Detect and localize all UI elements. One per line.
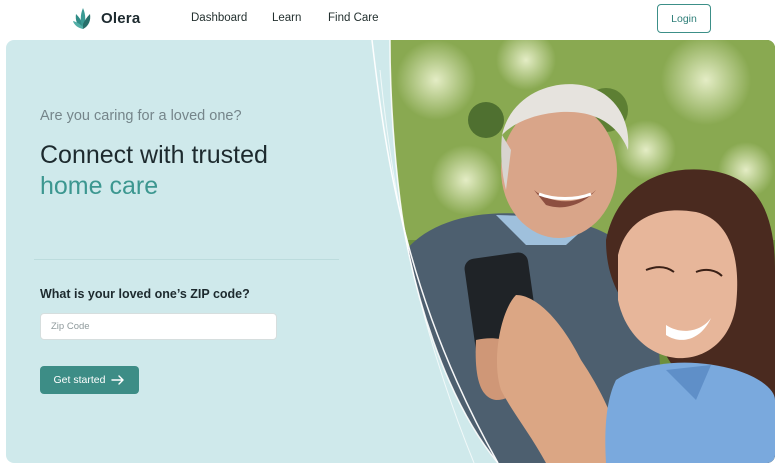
- brand-name: Olera: [101, 9, 141, 27]
- headline-accent: home care: [40, 172, 159, 200]
- zip-label: What is your loved one’s ZIP code?: [40, 287, 250, 301]
- zip-input[interactable]: Zip Code: [40, 313, 277, 340]
- headline-line: Connect with trusted: [40, 141, 268, 169]
- nav-find-care[interactable]: Find Care: [328, 12, 379, 24]
- login-button[interactable]: Login: [657, 4, 711, 33]
- divider: [34, 259, 339, 260]
- hero-section: Are you caring for a loved one? Connect …: [6, 40, 775, 463]
- leaf-logo-icon: [73, 8, 91, 29]
- logo[interactable]: Olera: [72, 5, 140, 31]
- nav-dashboard[interactable]: Dashboard: [191, 12, 247, 24]
- get-started-label: Get started: [53, 374, 106, 386]
- hero-headline: Connect with trusted home care: [40, 140, 268, 202]
- arrow-right-icon: [111, 375, 125, 385]
- get-started-button[interactable]: Get started: [40, 366, 139, 394]
- header: Olera Dashboard Learn Find Care Login: [0, 0, 780, 38]
- nav-learn[interactable]: Learn: [272, 12, 301, 24]
- hero-question: Are you caring for a loved one?: [40, 108, 242, 124]
- hero-photo: [371, 40, 775, 463]
